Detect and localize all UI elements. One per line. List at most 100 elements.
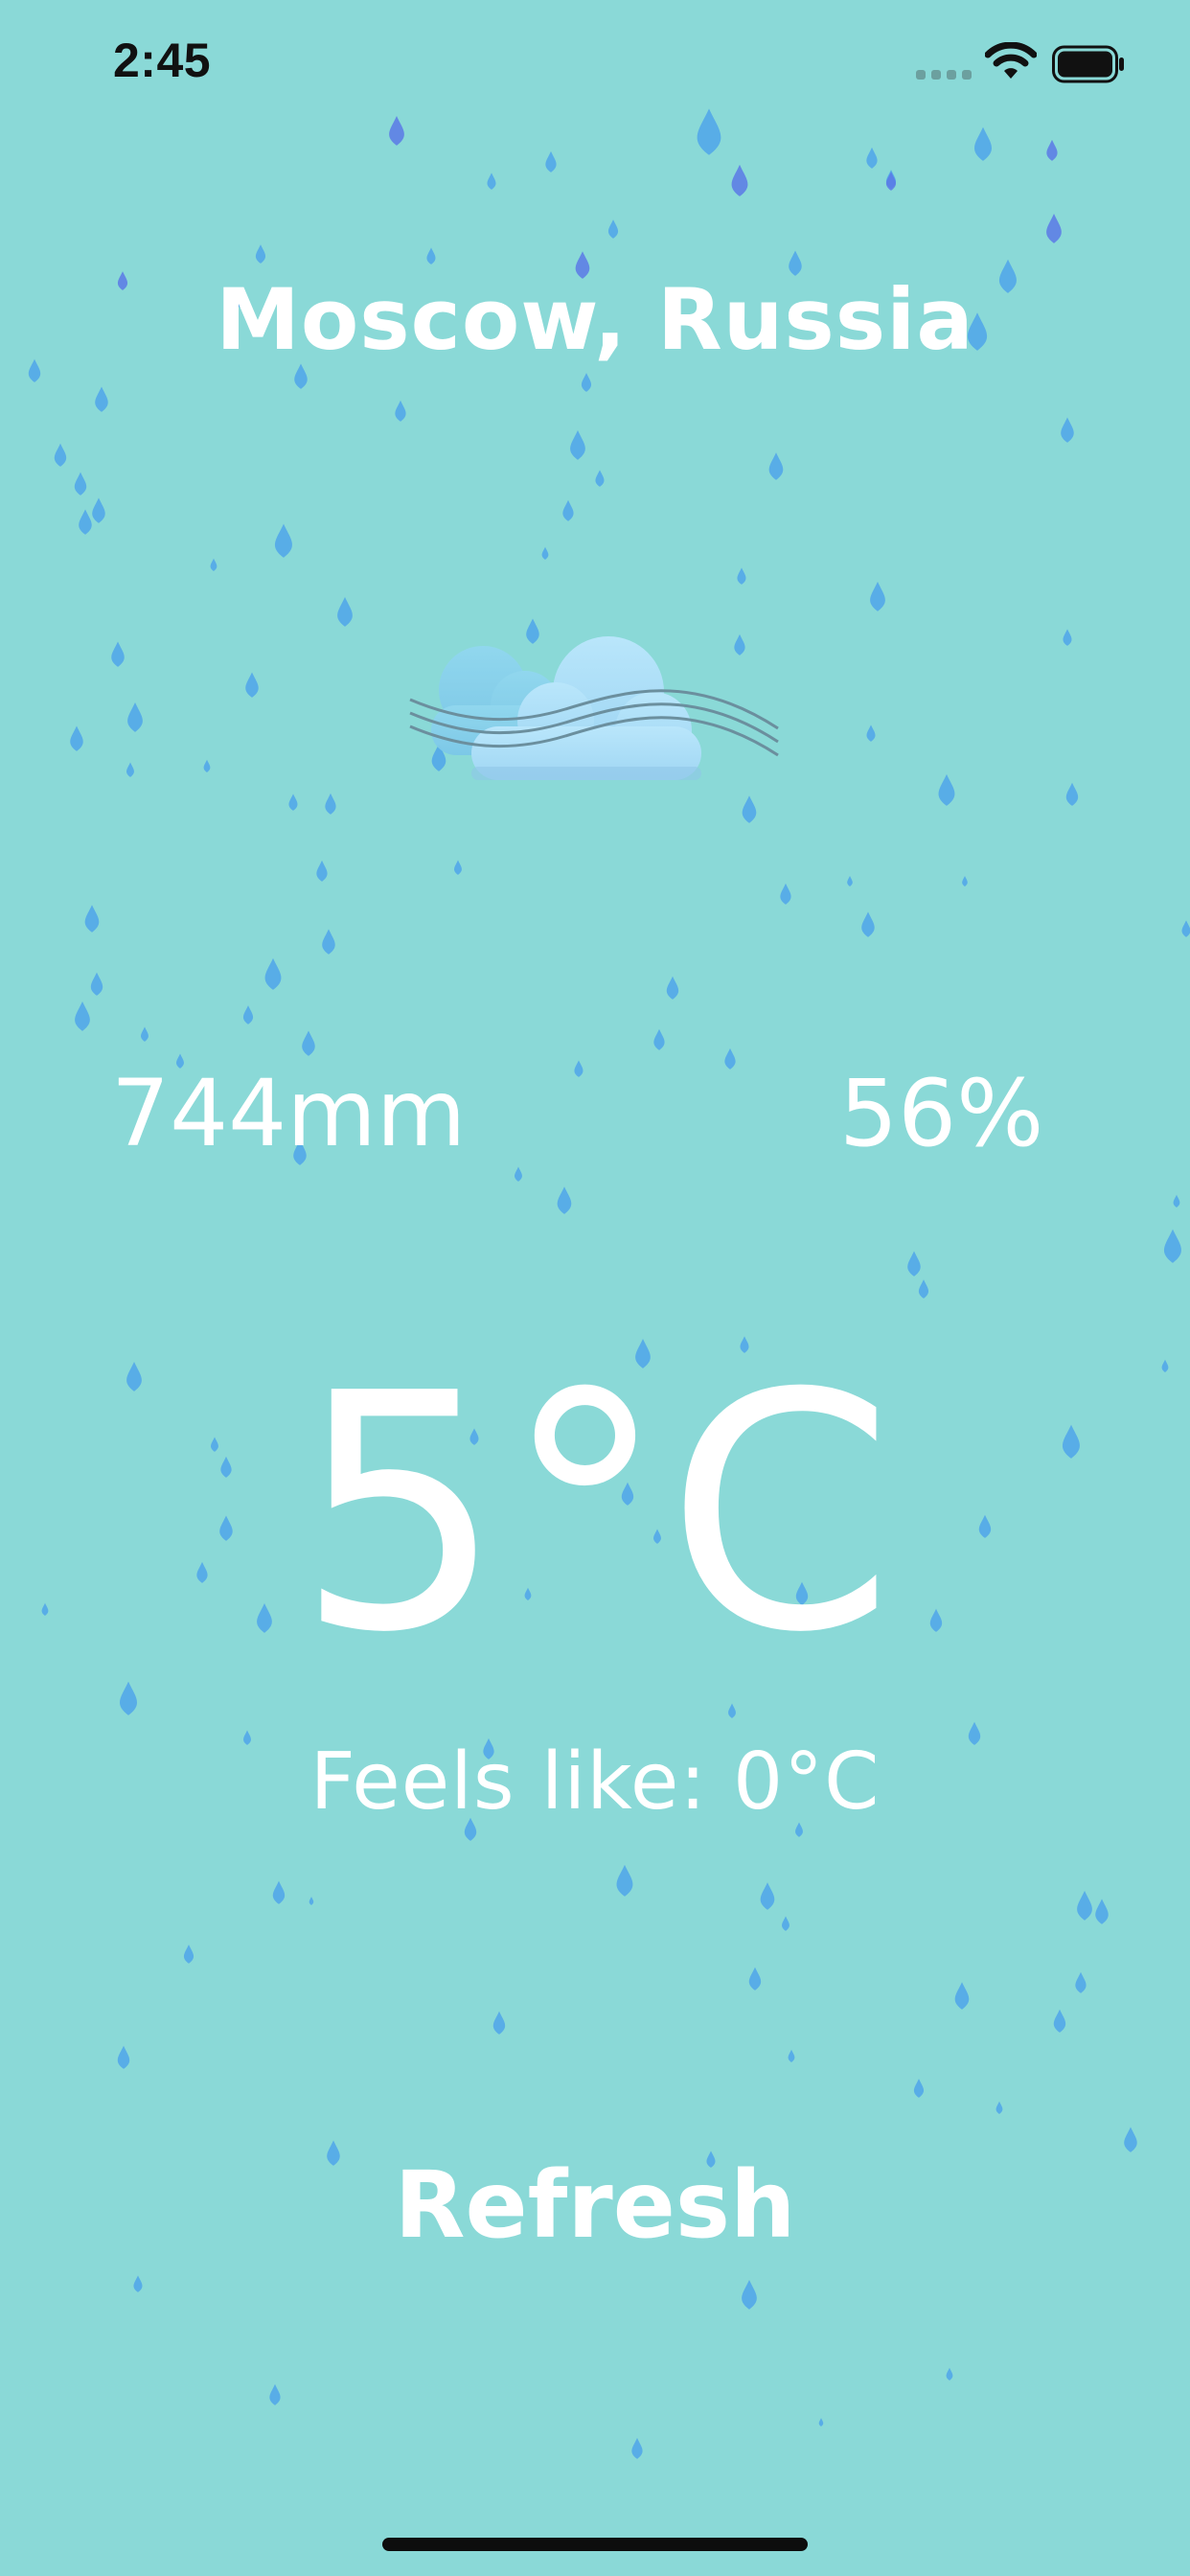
raindrop <box>768 452 784 480</box>
raindrop <box>515 1166 522 1182</box>
raindrop <box>133 2275 143 2292</box>
raindrop <box>631 2437 643 2459</box>
raindrop <box>272 1880 286 1904</box>
raindrop <box>1077 1891 1092 1920</box>
raindrop <box>913 2079 925 2098</box>
raindrop <box>607 219 619 239</box>
raindrop <box>74 472 87 495</box>
raindrop <box>1075 1971 1087 1993</box>
raindrop <box>782 1916 790 1931</box>
raindrop <box>946 2367 953 2380</box>
raindrop <box>325 793 336 815</box>
raindrop <box>70 725 83 751</box>
raindrop <box>269 2383 281 2405</box>
raindrop <box>487 172 496 190</box>
raindrop <box>847 875 853 886</box>
city-name: Moscow, Russia <box>216 270 974 369</box>
weather-screen: 2:45 Moscow, Russia 744mm 56% 5°C Feels … <box>0 0 1190 2576</box>
feels-like-label: Feels like: 0°C <box>309 1736 881 1828</box>
raindrop <box>541 546 549 560</box>
raindrop <box>126 762 134 777</box>
raindrop <box>327 2140 340 2166</box>
raindrop <box>962 875 968 886</box>
raindrop <box>288 794 298 811</box>
raindrop <box>183 1944 195 1964</box>
raindrop <box>737 567 746 585</box>
raindrop <box>724 1047 736 1070</box>
status-time: 2:45 <box>113 34 212 87</box>
raindrop <box>1095 1898 1109 1924</box>
raindrop <box>861 911 875 937</box>
raindrop <box>316 860 328 882</box>
raindrop <box>731 164 748 196</box>
raindrop <box>84 905 100 932</box>
raindrop <box>255 244 266 264</box>
raindrop <box>1065 782 1079 806</box>
raindrop <box>1053 2009 1066 2033</box>
raindrop <box>918 1279 929 1299</box>
raindrop <box>570 430 585 460</box>
raindrop <box>1181 920 1190 937</box>
raindrop <box>907 1251 921 1276</box>
raindrop <box>866 724 876 742</box>
raindrop <box>653 1028 665 1050</box>
raindrop <box>79 509 92 535</box>
home-indicator[interactable] <box>382 2538 808 2551</box>
raindrop <box>337 597 353 627</box>
raindrop <box>742 2280 757 2310</box>
raindrop <box>117 2045 130 2069</box>
pressure-value: 744mm <box>111 1060 467 1167</box>
raindrop <box>1164 1229 1181 1263</box>
raindrop <box>242 1005 254 1024</box>
raindrop <box>454 860 462 875</box>
raindrop <box>127 702 143 732</box>
raindrop <box>760 1882 775 1910</box>
raindrop <box>995 2101 1003 2114</box>
raindrop <box>1046 139 1058 161</box>
raindrop <box>818 2418 824 2426</box>
raindrop <box>666 976 679 1000</box>
refresh-button[interactable]: Refresh <box>355 2143 835 2267</box>
raindrop <box>866 147 878 169</box>
raindrop <box>557 1186 572 1214</box>
raindrop <box>92 497 105 523</box>
raindrop <box>870 582 885 611</box>
raindrop <box>302 1030 315 1056</box>
raindrop <box>1061 417 1074 443</box>
raindrop <box>1046 214 1062 243</box>
raindrop <box>748 1966 762 1990</box>
raindrop <box>95 386 108 412</box>
signal-icon <box>916 70 972 81</box>
raindrop <box>1124 2127 1137 2152</box>
raindrop <box>954 1982 970 2010</box>
raindrop <box>395 400 406 422</box>
raindrop <box>788 2049 795 2062</box>
raindrop <box>54 443 67 467</box>
raindrop <box>574 1060 584 1077</box>
raindrop <box>426 247 436 264</box>
raindrop <box>203 759 211 772</box>
raindrop <box>492 2011 506 2035</box>
raindrop <box>75 1001 90 1031</box>
raindrop <box>562 499 574 521</box>
raindrop <box>616 1864 633 1897</box>
raindrop <box>322 929 335 954</box>
battery-icon <box>1052 45 1124 83</box>
cloud-wind-icon <box>409 636 779 780</box>
status-bar: 2:45 <box>0 0 1190 134</box>
raindrop <box>728 1703 736 1718</box>
raindrop <box>938 773 955 806</box>
temperature-value: 5°C <box>296 1324 894 1704</box>
raindrop <box>275 523 292 558</box>
raindrop <box>264 957 282 990</box>
raindrop <box>111 641 125 667</box>
raindrop <box>90 972 103 996</box>
raindrop <box>141 1026 149 1042</box>
raindrop <box>210 558 217 571</box>
raindrop <box>245 672 259 698</box>
raindrop <box>1173 1194 1180 1208</box>
raindrop <box>545 150 557 172</box>
wifi-icon <box>985 42 1037 79</box>
raindrop <box>1063 629 1072 646</box>
humidity-value: 56% <box>839 1060 1044 1167</box>
